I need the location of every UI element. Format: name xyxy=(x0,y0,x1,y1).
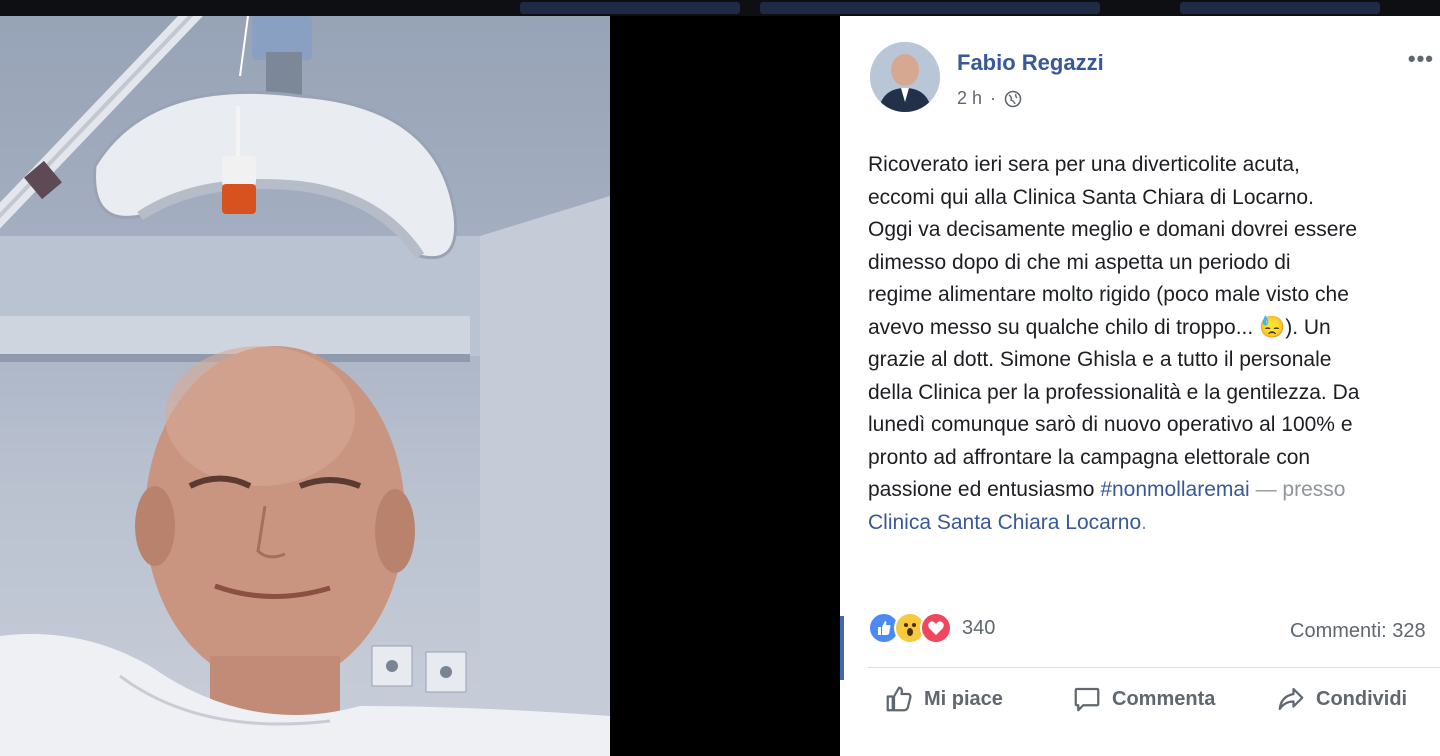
sweat-emoji-icon: 😓 xyxy=(1259,315,1286,339)
place-link[interactable]: Clinica Santa Chiara Locarno xyxy=(868,511,1141,534)
divider xyxy=(868,667,1440,668)
comment-label: Commenta xyxy=(1112,687,1216,710)
presso-label: — presso xyxy=(1249,478,1346,501)
text-line: pronto ad affrontare la campagna elettor… xyxy=(868,445,1311,469)
text-line: lunedì comunque sarò di nuovo operativo … xyxy=(868,413,1353,436)
like-label: Mi piace xyxy=(924,687,1003,710)
text-line: avevo messo su qualche chilo di troppo..… xyxy=(868,315,1260,339)
reactions-summary[interactable]: 340 xyxy=(868,612,995,644)
top-nav-remnant xyxy=(760,2,1100,14)
author-avatar[interactable] xyxy=(870,42,940,112)
hospital-selfie-illustration xyxy=(0,16,610,756)
text-end: . xyxy=(1141,510,1147,534)
post-panel: Fabio Regazzi 2 h · ••• Ricoverato ieri … xyxy=(840,16,1440,756)
text-line: della Clinica per la professionalità e l… xyxy=(868,380,1360,404)
reaction-count: 340 xyxy=(962,616,996,639)
text-line: eccomi qui alla Clinica Santa Chiara di … xyxy=(868,185,1314,209)
post-timestamp-link[interactable]: 2 h xyxy=(957,88,982,109)
meta-separator: · xyxy=(990,88,997,108)
more-options-button[interactable]: ••• xyxy=(1408,46,1434,72)
comment-button[interactable]: Commenta xyxy=(1072,684,1215,714)
hashtag-link[interactable]: #nonmollaremai xyxy=(1100,478,1249,501)
author-name-link[interactable]: Fabio Regazzi xyxy=(957,50,1104,76)
like-button[interactable]: Mi piace xyxy=(884,684,1003,714)
share-button[interactable]: Condividi xyxy=(1276,684,1407,714)
avatar-image xyxy=(870,42,940,112)
top-nav-remnant xyxy=(1180,2,1380,14)
lightbox-gap xyxy=(610,16,840,756)
love-reaction-icon xyxy=(920,612,952,644)
text-line: Ricoverato ieri sera per una diverticoli… xyxy=(868,153,1300,176)
comment-bubble-icon xyxy=(1074,687,1100,712)
text-line: Oggi va decisamente meglio e domani dovr… xyxy=(868,218,1358,241)
post-message: Ricoverato ieri sera per una diverticoli… xyxy=(868,149,1440,539)
text-line: ). Un xyxy=(1285,315,1331,339)
post-meta: 2 h · xyxy=(957,88,1022,109)
text-line: passione ed entusiasmo xyxy=(868,478,1101,501)
text-line: dimesso dopo di che mi aspetta un period… xyxy=(868,250,1291,274)
share-arrow-icon xyxy=(1278,687,1304,711)
top-strip xyxy=(0,0,1440,16)
text-line: grazie al dott. Simone Ghisla e a tutto … xyxy=(868,348,1332,371)
post-actions: Mi piace Commenta Condividi xyxy=(884,684,1440,724)
comments-count-link[interactable]: Commenti: 328 xyxy=(1290,620,1426,643)
top-nav-remnant xyxy=(520,2,740,14)
thumbs-up-icon xyxy=(886,686,912,712)
share-label: Condividi xyxy=(1316,687,1408,710)
focus-accent-bar xyxy=(840,616,844,680)
text-line: regime alimentare molto rigido (poco mal… xyxy=(868,283,1349,306)
post-photo[interactable] xyxy=(0,16,610,756)
globe-icon xyxy=(1004,90,1022,107)
